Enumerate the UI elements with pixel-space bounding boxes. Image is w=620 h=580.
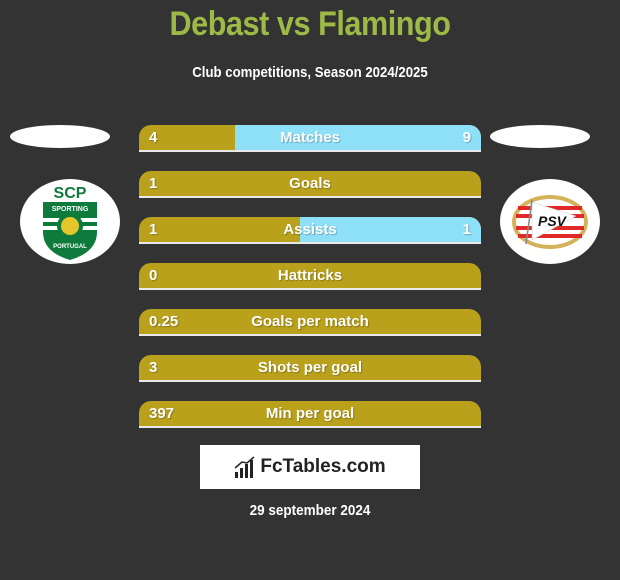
stat-row-goals: 1 Goals [139, 171, 481, 198]
stat-label: Min per goal [265, 405, 355, 422]
stat-label: Hattricks [277, 267, 343, 284]
right-value: 1 [462, 221, 471, 238]
svg-text:SPORTING: SPORTING [52, 206, 89, 213]
stat-label: Shots per goal [257, 359, 363, 376]
stat-row-min-per-goal: 397 Min per goal [139, 401, 481, 428]
right-team-logo[interactable]: PSV [500, 179, 600, 264]
crest-text: SCP [54, 185, 87, 202]
stat-label: Goals per match [251, 313, 369, 330]
page-title: Debast vs Flamingo [169, 5, 451, 43]
bar-chart-icon [234, 456, 255, 478]
psv-crest-icon: PSV [512, 194, 588, 249]
left-team-logo[interactable]: SCP SPORTING PORTUGAL [20, 179, 120, 264]
stat-label: Matches [279, 129, 341, 146]
stat-row-assists: 1 Assists 1 [139, 217, 481, 244]
stat-row-matches: 4 Matches 9 [139, 125, 481, 152]
crest-text: PSV [538, 213, 568, 229]
right-player-oval [490, 125, 590, 148]
stat-row-shots-per-goal: 3 Shots per goal [139, 355, 481, 382]
stat-label: Assists [283, 221, 337, 238]
sporting-cp-crest-icon: SCP SPORTING PORTUGAL [39, 185, 101, 260]
stat-label: Goals [289, 175, 331, 192]
svg-text:PORTUGAL: PORTUGAL [53, 244, 87, 250]
right-value: 9 [462, 129, 471, 146]
brand-text: FcTables.com [260, 456, 386, 477]
left-player-oval [10, 125, 110, 148]
fctables-brand[interactable]: FcTables.com [200, 445, 420, 489]
stat-row-hattricks: 0 Hattricks [139, 263, 481, 290]
stat-row-goals-per-match: 0.25 Goals per match [139, 309, 481, 336]
date-label: 29 september 2024 [249, 502, 371, 519]
page-subtitle: Club competitions, Season 2024/2025 [192, 64, 428, 81]
